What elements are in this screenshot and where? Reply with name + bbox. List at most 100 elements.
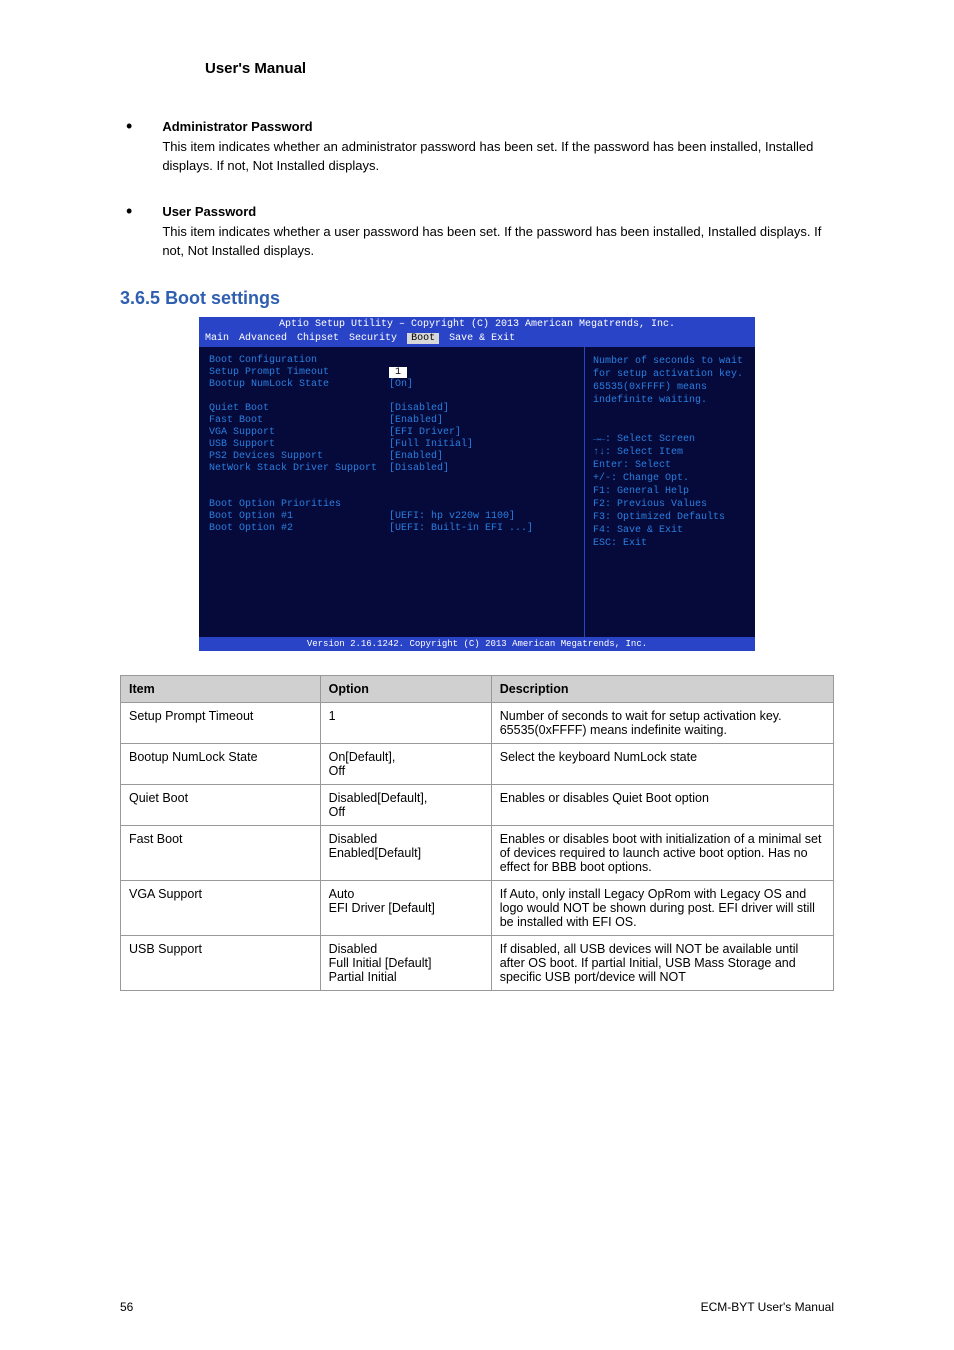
section-heading: 3.6.5 Boot settings — [120, 288, 834, 309]
bios-row-label: Quiet Boot — [209, 403, 389, 414]
bios-row: Fast Boot[Enabled] — [209, 415, 574, 426]
cell-item: VGA Support — [121, 881, 321, 936]
bios-row-value: [Enabled] — [389, 451, 443, 462]
cell-option: Disabled Enabled[Default] — [320, 826, 491, 881]
table-header-row: Item Option Description — [121, 676, 834, 703]
cell-option: Disabled[Default], Off — [320, 785, 491, 826]
cell-item: Fast Boot — [121, 826, 321, 881]
bios-row: Setup Prompt Timeout1 — [209, 367, 574, 378]
th-description: Description — [491, 676, 833, 703]
bios-row-label — [209, 391, 389, 402]
bios-key: F1: General Help — [593, 485, 747, 498]
bios-row-label: NetWork Stack Driver Support — [209, 463, 389, 474]
cell-option: Disabled Full Initial [Default] Partial … — [320, 936, 491, 991]
bios-row-label: VGA Support — [209, 427, 389, 438]
bios-row-label: Setup Prompt Timeout — [209, 367, 389, 378]
bios-row-label: PS2 Devices Support — [209, 451, 389, 462]
bios-row: Quiet Boot[Disabled] — [209, 403, 574, 414]
bullet-text: This item indicates whether a user passw… — [162, 223, 834, 261]
bios-key: ESC: Exit — [593, 537, 747, 550]
bios-body: Boot ConfigurationSetup Prompt Timeout1B… — [199, 347, 755, 637]
cell-option: On[Default], Off — [320, 744, 491, 785]
cell-description: If Auto, only install Legacy OpRom with … — [491, 881, 833, 936]
bios-help-text: Number of seconds to wait for setup acti… — [593, 355, 747, 407]
cell-item: USB Support — [121, 936, 321, 991]
bios-key-hints: →←: Select Screen ↑↓: Select Item Enter:… — [593, 433, 747, 550]
bios-key: →←: Select Screen — [593, 433, 747, 446]
manual-title: User's Manual — [205, 60, 306, 77]
bios-row: Boot Configuration — [209, 355, 574, 366]
bios-menu-bar: Main Advanced Chipset Security Boot Save… — [199, 332, 755, 347]
bios-row-value: 1 — [389, 367, 407, 378]
bios-row: USB Support[Full Initial] — [209, 439, 574, 450]
page-number: 56 — [120, 1300, 133, 1314]
bios-key: F3: Optimized Defaults — [593, 511, 747, 524]
bullet-admin-password: • Administrator Password This item indic… — [120, 119, 834, 176]
table-row: Bootup NumLock StateOn[Default], OffSele… — [121, 744, 834, 785]
bios-row: PS2 Devices Support[Enabled] — [209, 451, 574, 462]
cell-item: Quiet Boot — [121, 785, 321, 826]
bios-row-label: Boot Option #2 — [209, 523, 389, 534]
cell-description: Enables or disables boot with initializa… — [491, 826, 833, 881]
bios-menu-main: Main — [205, 333, 229, 344]
bullet-text: This item indicates whether an administr… — [162, 138, 834, 176]
bios-key: F2: Previous Values — [593, 498, 747, 511]
bios-row-label — [209, 475, 389, 486]
bios-row-label — [209, 487, 389, 498]
bios-key: Enter: Select — [593, 459, 747, 472]
bios-row-label: Bootup NumLock State — [209, 379, 389, 390]
bullet-body: Administrator Password This item indicat… — [162, 119, 834, 176]
bios-row-label: Fast Boot — [209, 415, 389, 426]
bios-title-bar: Aptio Setup Utility – Copyright (C) 2013… — [199, 317, 755, 332]
bios-row-label: Boot Configuration — [209, 355, 389, 366]
bios-menu-boot: Boot — [407, 333, 439, 344]
bios-menu-advanced: Advanced — [239, 333, 287, 344]
table-row: Setup Prompt Timeout1Number of seconds t… — [121, 703, 834, 744]
bios-row-value: [EFI Driver] — [389, 427, 461, 438]
bios-key: ↑↓: Select Item — [593, 446, 747, 459]
bios-row: Boot Option #2[UEFI: Built-in EFI ...] — [209, 523, 574, 534]
definition-table: Item Option Description Setup Prompt Tim… — [120, 675, 834, 991]
cell-option: 1 — [320, 703, 491, 744]
bullet-body: User Password This item indicates whethe… — [162, 204, 834, 261]
th-option: Option — [320, 676, 491, 703]
bios-row-label: USB Support — [209, 439, 389, 450]
bios-key: +/-: Change Opt. — [593, 472, 747, 485]
table-row: VGA SupportAuto EFI Driver [Default]If A… — [121, 881, 834, 936]
bullet-title: User Password — [162, 204, 834, 219]
bios-menu-security: Security — [349, 333, 397, 344]
bios-row: VGA Support[EFI Driver] — [209, 427, 574, 438]
footer-title: ECM-BYT User's Manual — [701, 1300, 834, 1314]
bios-menu-chipset: Chipset — [297, 333, 339, 344]
bios-row-value: [Disabled] — [389, 463, 449, 474]
bios-row-value: [Full Initial] — [389, 439, 473, 450]
table-row: USB SupportDisabled Full Initial [Defaul… — [121, 936, 834, 991]
section-title: Boot settings — [165, 288, 280, 308]
bios-row: Boot Option #1[UEFI: hp v220w 1100] — [209, 511, 574, 522]
cell-description: Enables or disables Quiet Boot option — [491, 785, 833, 826]
bios-left-panel: Boot ConfigurationSetup Prompt Timeout1B… — [199, 347, 585, 637]
bios-screenshot: Aptio Setup Utility – Copyright (C) 2013… — [199, 317, 755, 651]
cell-description: If disabled, all USB devices will NOT be… — [491, 936, 833, 991]
table-row: Fast BootDisabled Enabled[Default]Enable… — [121, 826, 834, 881]
bullet-title: Administrator Password — [162, 119, 834, 134]
bios-row-label: Boot Option Priorities — [209, 499, 389, 510]
page-header: User's Manual — [0, 0, 954, 87]
content: • Administrator Password This item indic… — [0, 87, 954, 991]
bios-row: Bootup NumLock State[On] — [209, 379, 574, 390]
bios-row: NetWork Stack Driver Support[Disabled] — [209, 463, 574, 474]
bios-row-value: [Enabled] — [389, 415, 443, 426]
cell-option: Auto EFI Driver [Default] — [320, 881, 491, 936]
bios-row-label: Boot Option #1 — [209, 511, 389, 522]
bios-row-value: [Disabled] — [389, 403, 449, 414]
bios-right-panel: Number of seconds to wait for setup acti… — [585, 347, 755, 637]
bios-row — [209, 475, 574, 486]
bios-row-value: [UEFI: hp v220w 1100] — [389, 511, 515, 522]
bullet-user-password: • User Password This item indicates whet… — [120, 204, 834, 261]
cell-item: Bootup NumLock State — [121, 744, 321, 785]
bios-row — [209, 391, 574, 402]
bios-footer: Version 2.16.1242. Copyright (C) 2013 Am… — [199, 637, 755, 651]
cell-item: Setup Prompt Timeout — [121, 703, 321, 744]
bios-row-value: [On] — [389, 379, 413, 390]
cell-description: Select the keyboard NumLock state — [491, 744, 833, 785]
